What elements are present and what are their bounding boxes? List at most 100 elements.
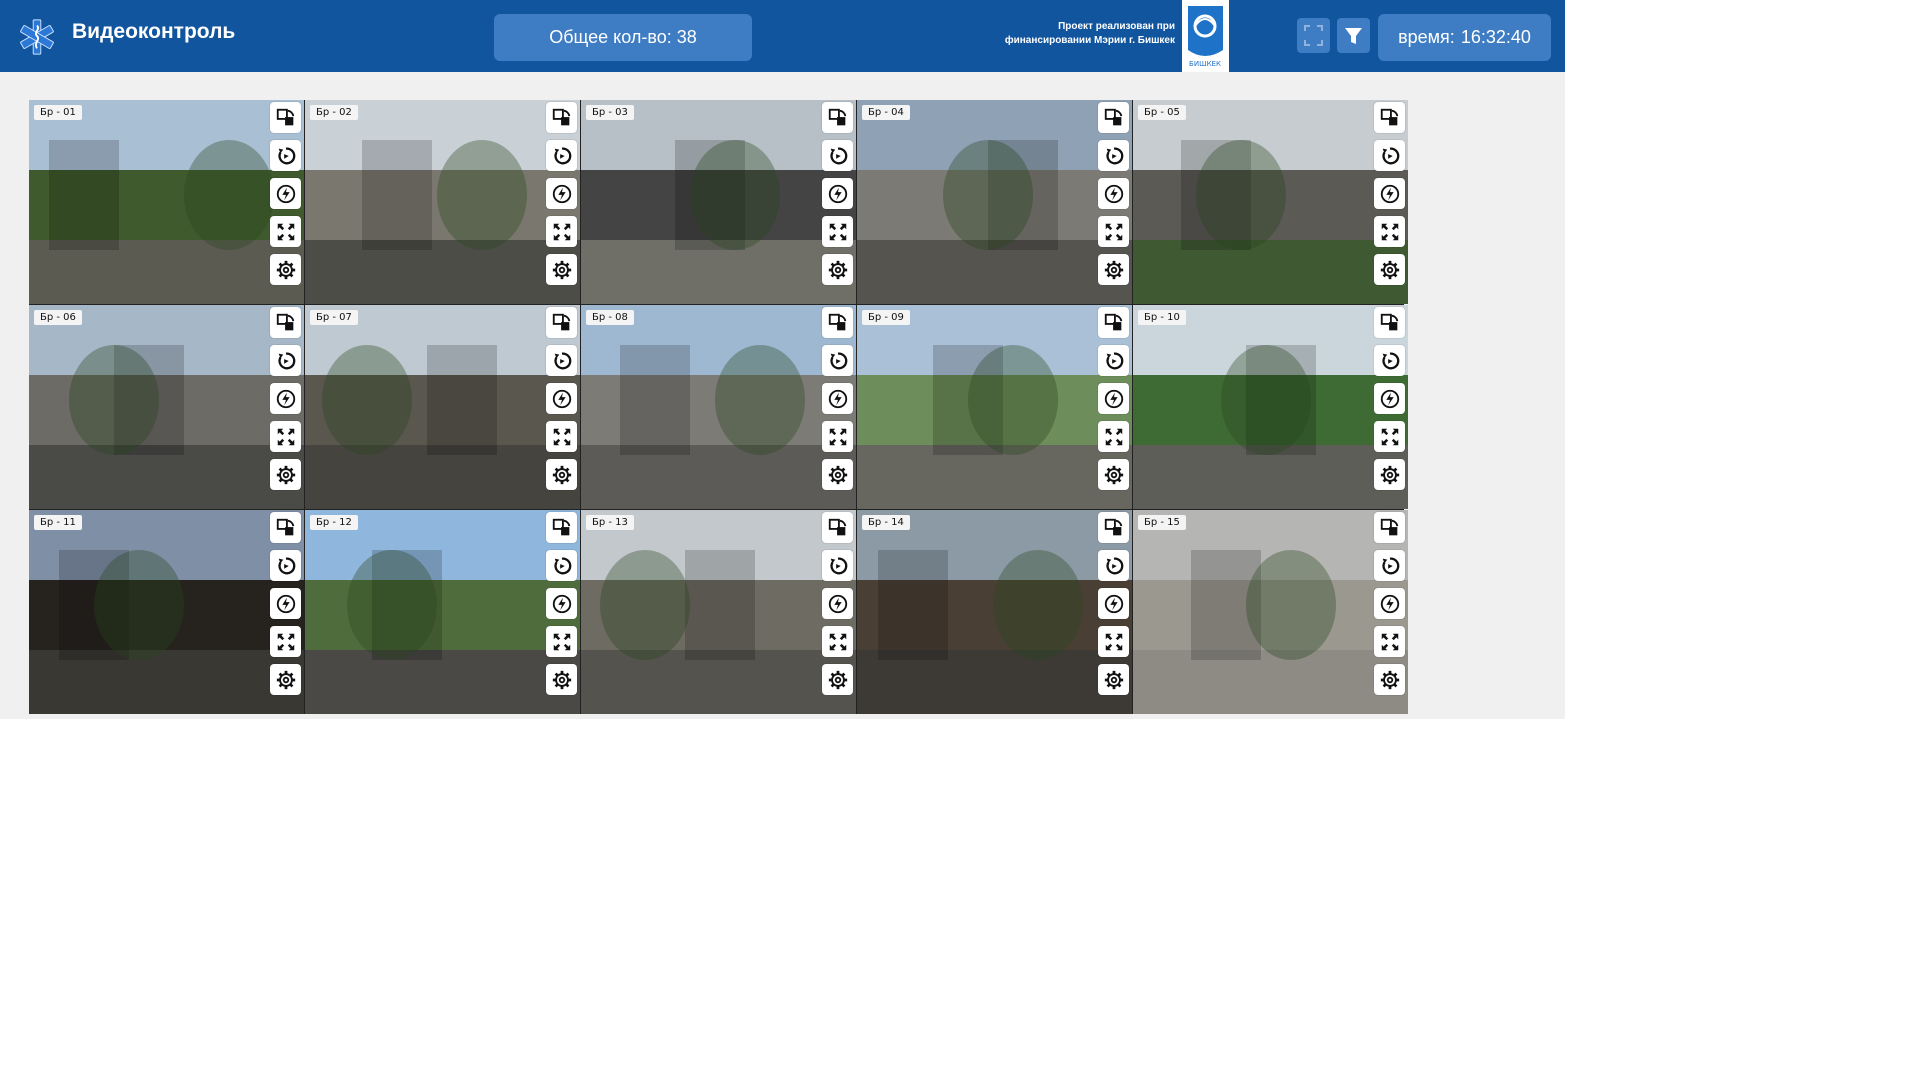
rotate-button[interactable] (822, 550, 853, 581)
camera-tile[interactable]: Бр - 07 (305, 305, 580, 509)
camera-settings-button[interactable] (1098, 664, 1129, 695)
camera-tile[interactable]: Бр - 08 (581, 305, 856, 509)
camera-tile[interactable]: Бр - 01 (29, 100, 304, 304)
switch-camera-button[interactable] (1374, 512, 1405, 543)
camera-settings-button[interactable] (546, 459, 577, 490)
switch-camera-button[interactable] (270, 307, 301, 338)
camera-settings-button[interactable] (822, 664, 853, 695)
camera-settings-button[interactable] (270, 459, 301, 490)
expand-button[interactable] (1374, 216, 1405, 247)
flash-button[interactable] (546, 383, 577, 414)
camera-settings-button[interactable] (1374, 664, 1405, 695)
camera-settings-button[interactable] (1098, 459, 1129, 490)
expand-button[interactable] (1374, 421, 1405, 452)
settings-icon (1380, 260, 1399, 279)
flash-button[interactable] (546, 178, 577, 209)
camera-grid: Бр - 01 Бр - 02 Бр - 03 Бр - 04 Бр - 05 Бр - … (29, 100, 1408, 714)
expand-button[interactable] (1098, 626, 1129, 657)
switch-camera-button[interactable] (822, 102, 853, 133)
switch-camera-button[interactable] (270, 102, 301, 133)
rotate-button[interactable] (1098, 345, 1129, 376)
rotate-button[interactable] (1374, 140, 1405, 171)
fullscreen-button[interactable] (1297, 18, 1330, 53)
expand-button[interactable] (270, 626, 301, 657)
expand-button[interactable] (1098, 216, 1129, 247)
flash-button[interactable] (1374, 588, 1405, 619)
camera-settings-button[interactable] (270, 664, 301, 695)
camera-tile[interactable]: Бр - 03 (581, 100, 856, 304)
rotate-button[interactable] (822, 140, 853, 171)
camera-tile[interactable]: Бр - 06 (29, 305, 304, 509)
switch-camera-button[interactable] (546, 102, 577, 133)
camera-tile[interactable]: Бр - 02 (305, 100, 580, 304)
flash-button[interactable] (1374, 178, 1405, 209)
camera-tile[interactable]: Бр - 05 (1133, 100, 1408, 304)
expand-button[interactable] (546, 626, 577, 657)
camera-feed (305, 100, 580, 304)
camera-tile[interactable]: Бр - 13 (581, 510, 856, 714)
flash-button[interactable] (1098, 178, 1129, 209)
expand-button[interactable] (822, 626, 853, 657)
camera-tile[interactable]: Бр - 04 (857, 100, 1132, 304)
camera-tile[interactable]: Бр - 15 (1133, 510, 1408, 714)
switch-camera-button[interactable] (1098, 102, 1129, 133)
expand-button[interactable] (1374, 626, 1405, 657)
switch-camera-icon (1380, 313, 1398, 330)
switch-camera-button[interactable] (546, 512, 577, 543)
rotate-button[interactable] (1098, 140, 1129, 171)
rotate-icon (277, 557, 295, 574)
camera-tile[interactable]: Бр - 12 (305, 510, 580, 714)
flash-button[interactable] (270, 383, 301, 414)
rotate-button[interactable] (1098, 550, 1129, 581)
camera-toolbar (1374, 307, 1405, 490)
camera-settings-button[interactable] (1098, 254, 1129, 285)
rotate-button[interactable] (822, 345, 853, 376)
rotate-button[interactable] (270, 345, 301, 376)
flash-icon (828, 594, 847, 613)
expand-button[interactable] (822, 216, 853, 247)
camera-tile[interactable]: Бр - 11 (29, 510, 304, 714)
switch-camera-button[interactable] (1374, 307, 1405, 338)
flash-button[interactable] (822, 383, 853, 414)
flash-button[interactable] (1374, 383, 1405, 414)
switch-camera-button[interactable] (1098, 512, 1129, 543)
rotate-button[interactable] (270, 140, 301, 171)
switch-camera-icon (276, 108, 294, 125)
switch-camera-button[interactable] (1374, 102, 1405, 133)
camera-settings-button[interactable] (546, 664, 577, 695)
camera-tile[interactable]: Бр - 14 (857, 510, 1132, 714)
flash-button[interactable] (270, 588, 301, 619)
switch-camera-button[interactable] (546, 307, 577, 338)
rotate-button[interactable] (1374, 550, 1405, 581)
rotate-button[interactable] (546, 550, 577, 581)
switch-camera-button[interactable] (270, 512, 301, 543)
expand-button[interactable] (546, 421, 577, 452)
camera-settings-button[interactable] (1374, 254, 1405, 285)
rotate-button[interactable] (546, 345, 577, 376)
camera-settings-button[interactable] (1374, 459, 1405, 490)
flash-button[interactable] (1098, 383, 1129, 414)
expand-button[interactable] (270, 421, 301, 452)
rotate-button[interactable] (1374, 345, 1405, 376)
switch-camera-button[interactable] (822, 512, 853, 543)
expand-button[interactable] (822, 421, 853, 452)
switch-camera-button[interactable] (1098, 307, 1129, 338)
flash-button[interactable] (546, 588, 577, 619)
expand-button[interactable] (1098, 421, 1129, 452)
switch-camera-button[interactable] (822, 307, 853, 338)
camera-settings-button[interactable] (546, 254, 577, 285)
camera-settings-button[interactable] (822, 254, 853, 285)
expand-button[interactable] (270, 216, 301, 247)
rotate-button[interactable] (546, 140, 577, 171)
rotate-button[interactable] (270, 550, 301, 581)
flash-button[interactable] (822, 178, 853, 209)
camera-settings-button[interactable] (822, 459, 853, 490)
flash-button[interactable] (822, 588, 853, 619)
camera-settings-button[interactable] (270, 254, 301, 285)
flash-button[interactable] (1098, 588, 1129, 619)
camera-tile[interactable]: Бр - 09 (857, 305, 1132, 509)
filter-button[interactable] (1337, 18, 1370, 53)
expand-button[interactable] (546, 216, 577, 247)
flash-button[interactable] (270, 178, 301, 209)
camera-tile[interactable]: Бр - 10 (1133, 305, 1408, 509)
